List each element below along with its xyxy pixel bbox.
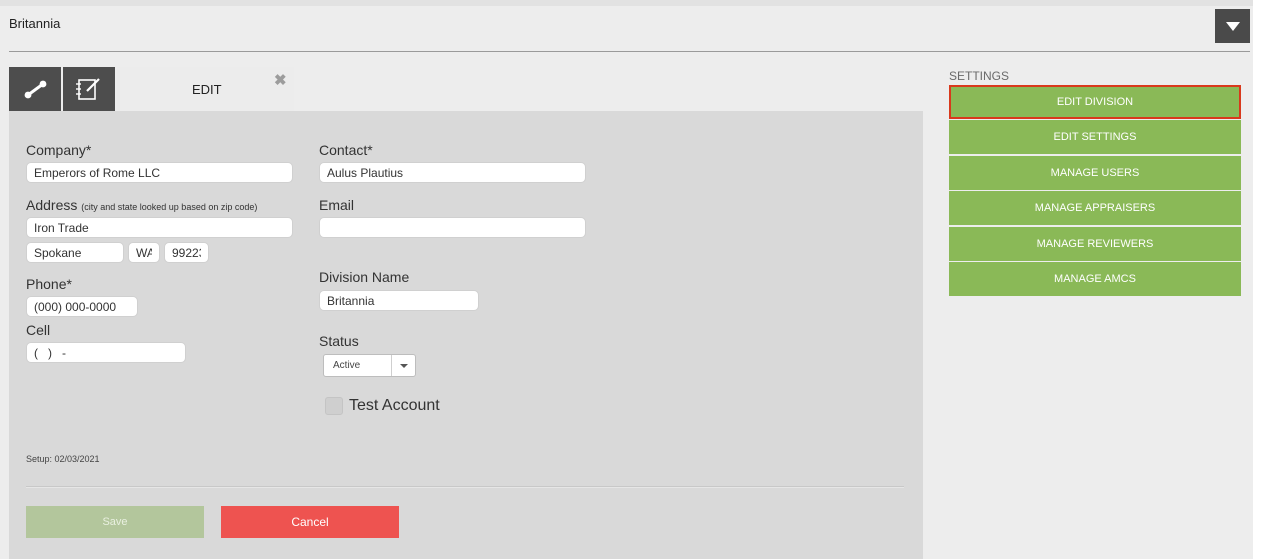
tab-edit[interactable]: EDIT ✖ [117, 67, 294, 112]
company-label: Company* [26, 142, 92, 158]
status-selected-value: Active [333, 360, 361, 371]
city-input[interactable] [26, 242, 124, 263]
division-name-input[interactable] [319, 290, 479, 311]
address-label-text: Address [26, 197, 78, 213]
tab-link[interactable] [9, 67, 61, 111]
test-account-checkbox[interactable] [325, 397, 343, 415]
link-icon [24, 80, 47, 99]
notebook-edit-icon [76, 78, 100, 100]
header-divider [9, 51, 1250, 52]
edit-form-panel: Company* Address (city and state looked … [9, 111, 923, 559]
cell-input[interactable] [26, 342, 186, 363]
form-divider [26, 486, 904, 488]
tab-edit-label: EDIT [192, 82, 222, 97]
scrollbar-track[interactable] [1253, 0, 1265, 559]
email-label: Email [319, 197, 355, 213]
manage-appraisers-button[interactable]: MANAGE APPRAISERS [949, 191, 1241, 225]
zip-input[interactable] [164, 242, 209, 263]
page: Britannia EDIT ✖ Company* Address (city … [0, 0, 1253, 559]
contact-label: Contact* [319, 142, 373, 158]
tab-notes[interactable] [63, 67, 115, 111]
state-input[interactable] [128, 242, 160, 263]
caret-down-icon [1226, 22, 1240, 31]
contact-input[interactable] [319, 162, 586, 183]
top-strip [0, 0, 1253, 6]
header-dropdown-button[interactable] [1215, 9, 1250, 43]
phone-input[interactable] [26, 296, 138, 317]
close-icon[interactable]: ✖ [274, 71, 287, 89]
page-title: Britannia [9, 16, 61, 31]
edit-settings-button[interactable]: EDIT SETTINGS [949, 120, 1241, 154]
company-input[interactable] [26, 162, 293, 183]
chevron-down-icon [391, 355, 415, 376]
edit-division-button[interactable]: EDIT DIVISION [949, 85, 1241, 119]
manage-reviewers-button[interactable]: MANAGE REVIEWERS [949, 227, 1241, 261]
address-hint: (city and state looked up based on zip c… [81, 202, 258, 212]
test-account-label: Test Account [349, 397, 440, 414]
settings-heading: SETTINGS [949, 69, 1010, 83]
cell-label: Cell [26, 322, 51, 338]
address-label: Address (city and state looked up based … [26, 197, 257, 213]
status-select[interactable]: Active [323, 354, 416, 377]
phone-label: Phone* [26, 276, 72, 292]
manage-users-button[interactable]: MANAGE USERS [949, 156, 1241, 190]
status-label: Status [319, 333, 359, 349]
email-input[interactable] [319, 217, 586, 238]
cancel-button[interactable]: Cancel [221, 506, 399, 538]
division-name-label: Division Name [319, 269, 410, 285]
street-input[interactable] [26, 217, 293, 238]
setup-date: Setup: 02/03/2021 [26, 454, 100, 464]
manage-amcs-button[interactable]: MANAGE AMCS [949, 262, 1241, 296]
save-button[interactable]: Save [26, 506, 204, 538]
